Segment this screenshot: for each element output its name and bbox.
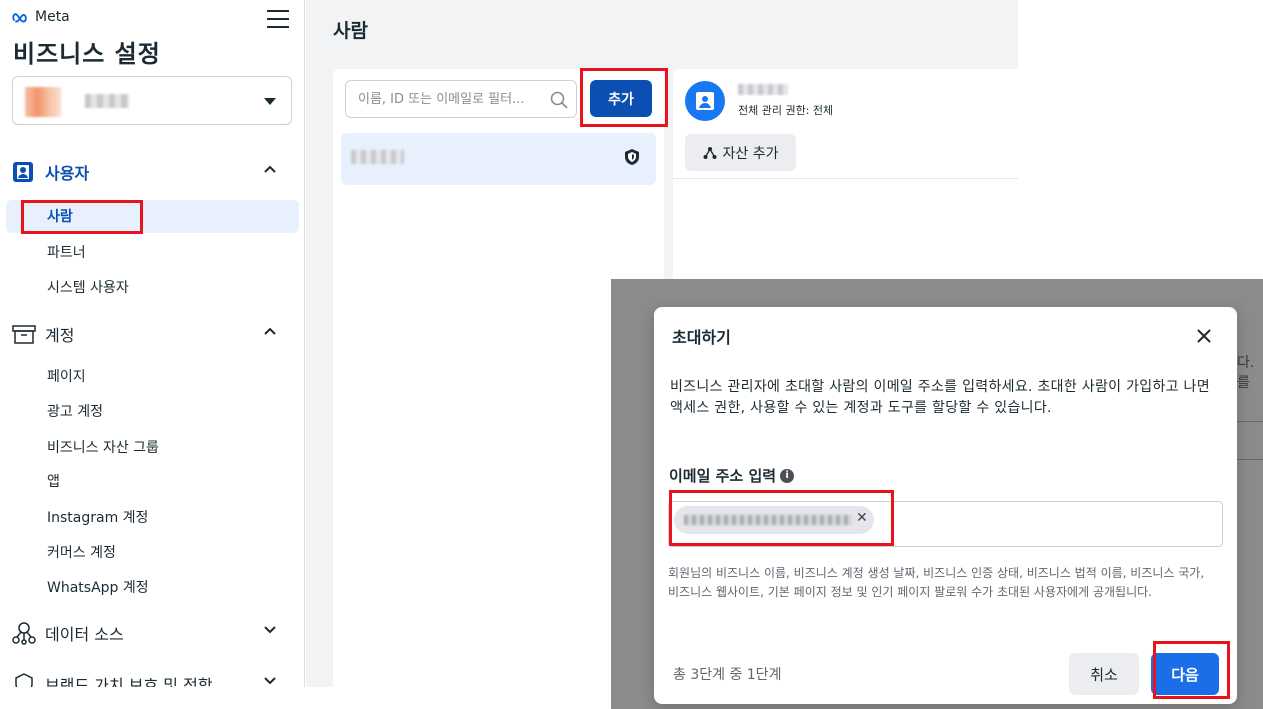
overlay-divider bbox=[1237, 421, 1263, 422]
nav-section-data-sources[interactable]: 데이터 소스 bbox=[12, 621, 292, 645]
dialog-title: 초대하기 bbox=[672, 328, 731, 347]
search-icon[interactable] bbox=[550, 91, 568, 109]
person-name-redacted bbox=[738, 84, 788, 95]
nav-section-label: 사용자 bbox=[45, 164, 90, 183]
dialog-description: 비즈니스 관리자에 초대할 사람의 이메일 주소를 입력하세요. 초대한 사람이… bbox=[670, 379, 1210, 416]
person-badge-icon bbox=[696, 92, 714, 110]
nav-item-partners[interactable]: 파트너 bbox=[47, 242, 86, 262]
close-icon[interactable] bbox=[1195, 327, 1213, 345]
chevron-down-icon bbox=[264, 626, 276, 634]
account-avatar bbox=[25, 87, 61, 117]
chevron-down-icon bbox=[264, 677, 276, 685]
dialog-note: 회원님의 비즈니스 이름, 비즈니스 계정 생성 날짜, 비즈니스 인증 상태,… bbox=[668, 566, 1205, 599]
chevron-up-icon bbox=[264, 165, 276, 173]
add-assets-button[interactable]: 자산 추가 bbox=[685, 134, 796, 171]
highlight-box-add bbox=[580, 68, 668, 127]
nav-section-label: 데이터 소스 bbox=[45, 625, 124, 644]
meta-brand-text: Meta bbox=[35, 9, 70, 25]
nav-section-label: 계정 bbox=[45, 326, 75, 345]
add-assets-label: 자산 추가 bbox=[722, 145, 779, 162]
assets-icon bbox=[703, 146, 716, 159]
highlight-box-next bbox=[1153, 641, 1230, 699]
highlight-box-email bbox=[669, 490, 894, 546]
business-account-select[interactable] bbox=[12, 76, 292, 125]
page-title: 비즈니스 설정 bbox=[13, 40, 161, 68]
person-name-redacted bbox=[351, 150, 404, 164]
nav-item-whatsapp[interactable]: WhatsApp 계정 bbox=[47, 577, 149, 597]
nav-item-pages[interactable]: 페이지 bbox=[47, 366, 86, 386]
meta-infinity-icon bbox=[12, 13, 27, 23]
admin-shield-icon bbox=[625, 149, 639, 165]
user-avatar-icon bbox=[685, 81, 725, 121]
account-name-redacted bbox=[85, 94, 129, 108]
nav-section-label: 브랜드 가치 보호 및 적합 bbox=[45, 676, 213, 687]
caret-down-icon bbox=[264, 98, 276, 105]
search-input[interactable] bbox=[356, 89, 541, 109]
nav-item-apps[interactable]: 앱 bbox=[47, 471, 60, 491]
shield-icon bbox=[15, 673, 33, 687]
archive-icon bbox=[12, 325, 36, 344]
nav-item-commerce[interactable]: 커머스 계정 bbox=[47, 542, 116, 562]
data-sources-icon bbox=[12, 622, 36, 645]
nav-section-accounts[interactable]: 계정 bbox=[12, 322, 292, 346]
nav-section-brand-safety[interactable]: 브랜드 가치 보호 및 적합 bbox=[12, 672, 292, 687]
nav-item-asset-groups[interactable]: 비즈니스 자산 그룹 bbox=[47, 437, 159, 457]
nav-item-ad-accounts[interactable]: 광고 계정 bbox=[47, 401, 103, 421]
overlay-divider bbox=[1237, 459, 1263, 460]
people-search[interactable] bbox=[345, 80, 577, 118]
overlay-background-text: 다. 를 bbox=[1237, 355, 1255, 391]
email-field-label-text: 이메일 주소 입력 bbox=[669, 467, 777, 485]
nav-section-users[interactable]: 사용자 bbox=[12, 160, 292, 184]
main-title: 사람 bbox=[333, 20, 368, 42]
meta-logo: Meta bbox=[12, 9, 70, 25]
menu-icon[interactable] bbox=[267, 10, 289, 30]
nav-item-system-users[interactable]: 시스템 사용자 bbox=[47, 277, 129, 297]
chevron-up-icon bbox=[264, 327, 276, 335]
email-field-label: 이메일 주소 입력 i bbox=[669, 465, 795, 486]
users-icon bbox=[13, 162, 33, 182]
person-role: 전체 관리 권한: 전체 bbox=[738, 104, 834, 117]
info-icon[interactable]: i bbox=[780, 468, 795, 483]
nav-item-instagram[interactable]: Instagram 계정 bbox=[47, 507, 148, 527]
list-item[interactable] bbox=[341, 133, 656, 185]
sidebar: Meta 비즈니스 설정 사용자 사람 파트너 시스템 사용자 계정 페이지 광… bbox=[0, 0, 305, 687]
highlight-box-people bbox=[21, 200, 143, 234]
cancel-button[interactable]: 취소 bbox=[1069, 653, 1139, 695]
step-indicator: 총 3단계 중 1단계 bbox=[673, 667, 782, 683]
